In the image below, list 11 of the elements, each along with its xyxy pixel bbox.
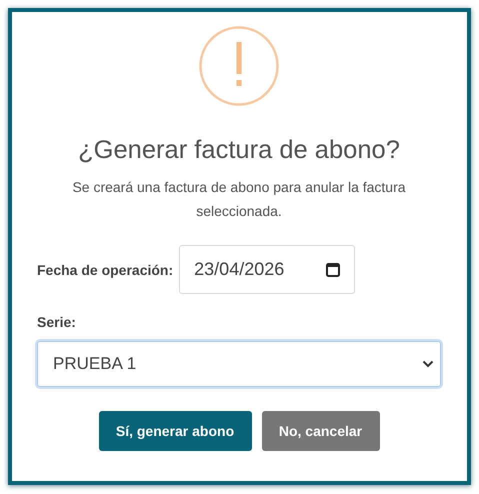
serie-select[interactable]: PRUEBA 1 <box>37 341 441 387</box>
cancel-button[interactable]: No, cancelar <box>262 411 380 451</box>
date-label: Fecha de operación: <box>37 262 174 278</box>
dialog-message: Se creará una factura de abono para anular la factura seleccionada. <box>71 178 407 221</box>
dialog-title: ¿Generar factura de abono? <box>78 136 400 165</box>
serie-label: Serie: <box>37 314 77 330</box>
calendar-icon[interactable] <box>326 262 340 277</box>
confirm-button[interactable]: Sí, generar abono <box>98 411 252 451</box>
date-field[interactable]: 23/04/2026 <box>179 245 356 294</box>
warning-icon <box>199 26 279 106</box>
chevron-down-icon[interactable] <box>422 360 434 368</box>
